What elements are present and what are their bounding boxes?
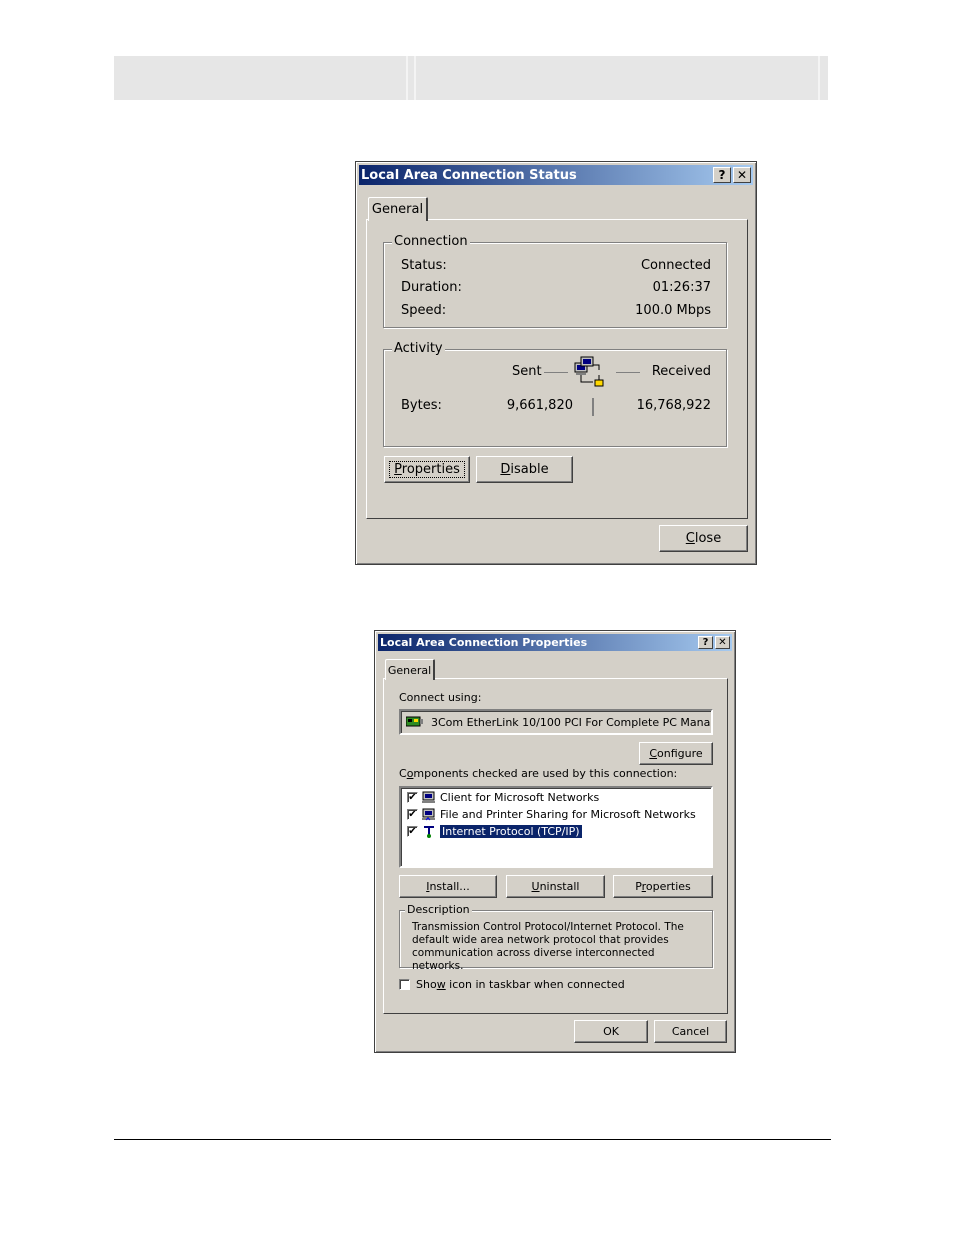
- list-item[interactable]: ✔ Client for Microsoft Networks: [407, 791, 599, 804]
- close-button[interactable]: Close: [659, 525, 748, 552]
- properties-button[interactable]: Properties: [384, 456, 470, 483]
- properties-dialog-titlebar[interactable]: Local Area Connection Properties ? ✕: [378, 634, 732, 651]
- properties-dialog-title: Local Area Connection Properties: [380, 636, 588, 649]
- tab-general-label: General: [371, 202, 424, 217]
- activity-divider: [592, 398, 594, 416]
- help-button[interactable]: ?: [698, 636, 713, 649]
- network-client-icon: [422, 791, 435, 803]
- activity-legend: Activity: [392, 341, 445, 356]
- component-properties-button[interactable]: Properties: [613, 875, 713, 898]
- component-checkbox[interactable]: ✔: [407, 792, 418, 803]
- sent-line: [544, 372, 568, 373]
- protocol-icon: [424, 826, 434, 838]
- close-icon[interactable]: ✕: [715, 636, 730, 649]
- status-value: Connected: [640, 258, 711, 273]
- status-dialog-title: Local Area Connection Status: [361, 167, 577, 183]
- bytes-sent-value: 9,661,820: [506, 398, 573, 413]
- cancel-button[interactable]: Cancel: [654, 1020, 727, 1043]
- connect-using-label: Connect using:: [399, 691, 482, 704]
- tab-general-label: General: [387, 663, 432, 677]
- sent-label: Sent: [512, 364, 542, 379]
- header-divider: [818, 56, 820, 100]
- show-icon-option[interactable]: Show icon in taskbar when connected: [399, 978, 625, 991]
- adapter-name: 3Com EtherLink 10/100 PCI For Complete P…: [431, 716, 711, 729]
- install-button[interactable]: Install...: [399, 875, 497, 898]
- description-text: Transmission Control Protocol/Internet P…: [412, 921, 684, 972]
- component-label: Internet Protocol (TCP/IP): [439, 824, 583, 839]
- speed-label: Speed:: [401, 303, 447, 318]
- status-label: Status:: [401, 258, 447, 273]
- component-label: File and Printer Sharing for Microsoft N…: [440, 808, 696, 821]
- header-divider: [414, 56, 416, 100]
- connection-legend: Connection: [392, 234, 470, 249]
- configure-button[interactable]: Configure: [639, 742, 713, 765]
- component-checkbox[interactable]: ✔: [407, 809, 418, 820]
- network-activity-icon: [574, 356, 604, 387]
- help-button[interactable]: ?: [713, 167, 731, 183]
- list-item[interactable]: ✔ Internet Protocol (TCP/IP): [407, 824, 583, 839]
- ok-button[interactable]: OK: [574, 1020, 648, 1043]
- close-icon[interactable]: ✕: [733, 167, 751, 183]
- adapter-field: 3Com EtherLink 10/100 PCI For Complete P…: [399, 709, 713, 735]
- duration-label: Duration:: [401, 280, 462, 295]
- received-label: Received: [651, 364, 711, 379]
- bytes-received-value: 16,768,922: [636, 398, 711, 413]
- components-label: Components checked are used by this conn…: [399, 767, 678, 780]
- disable-button[interactable]: Disable: [476, 456, 573, 483]
- connection-properties-dialog: Local Area Connection Properties ? ✕ Gen…: [374, 630, 736, 1053]
- speed-value: 100.0 Mbps: [635, 303, 711, 318]
- show-icon-label: Show icon in taskbar when connected: [416, 978, 625, 991]
- header-divider: [406, 56, 408, 100]
- tab-general[interactable]: General: [385, 659, 435, 680]
- list-item[interactable]: ✔ File and Printer Sharing for Microsoft…: [407, 808, 696, 821]
- received-line: [616, 372, 640, 373]
- page-header-band: [114, 56, 828, 100]
- footer-rule: [114, 1139, 831, 1140]
- description-legend: Description: [405, 903, 472, 916]
- component-label: Client for Microsoft Networks: [440, 791, 600, 804]
- bytes-label: Bytes:: [401, 398, 442, 413]
- file-sharing-icon: [422, 808, 435, 821]
- uninstall-button[interactable]: Uninstall: [506, 875, 605, 898]
- status-dialog-titlebar[interactable]: Local Area Connection Status ? ✕: [359, 165, 753, 185]
- tab-general[interactable]: General: [368, 197, 428, 221]
- connection-status-dialog: Local Area Connection Status ? ✕ General…: [355, 161, 757, 565]
- duration-value: 01:26:37: [652, 280, 711, 295]
- network-card-icon: [406, 716, 423, 727]
- component-checkbox[interactable]: ✔: [407, 826, 418, 837]
- show-icon-checkbox[interactable]: [399, 979, 410, 990]
- components-list[interactable]: ✔ Client for Microsoft Networks ✔ File a…: [399, 786, 713, 868]
